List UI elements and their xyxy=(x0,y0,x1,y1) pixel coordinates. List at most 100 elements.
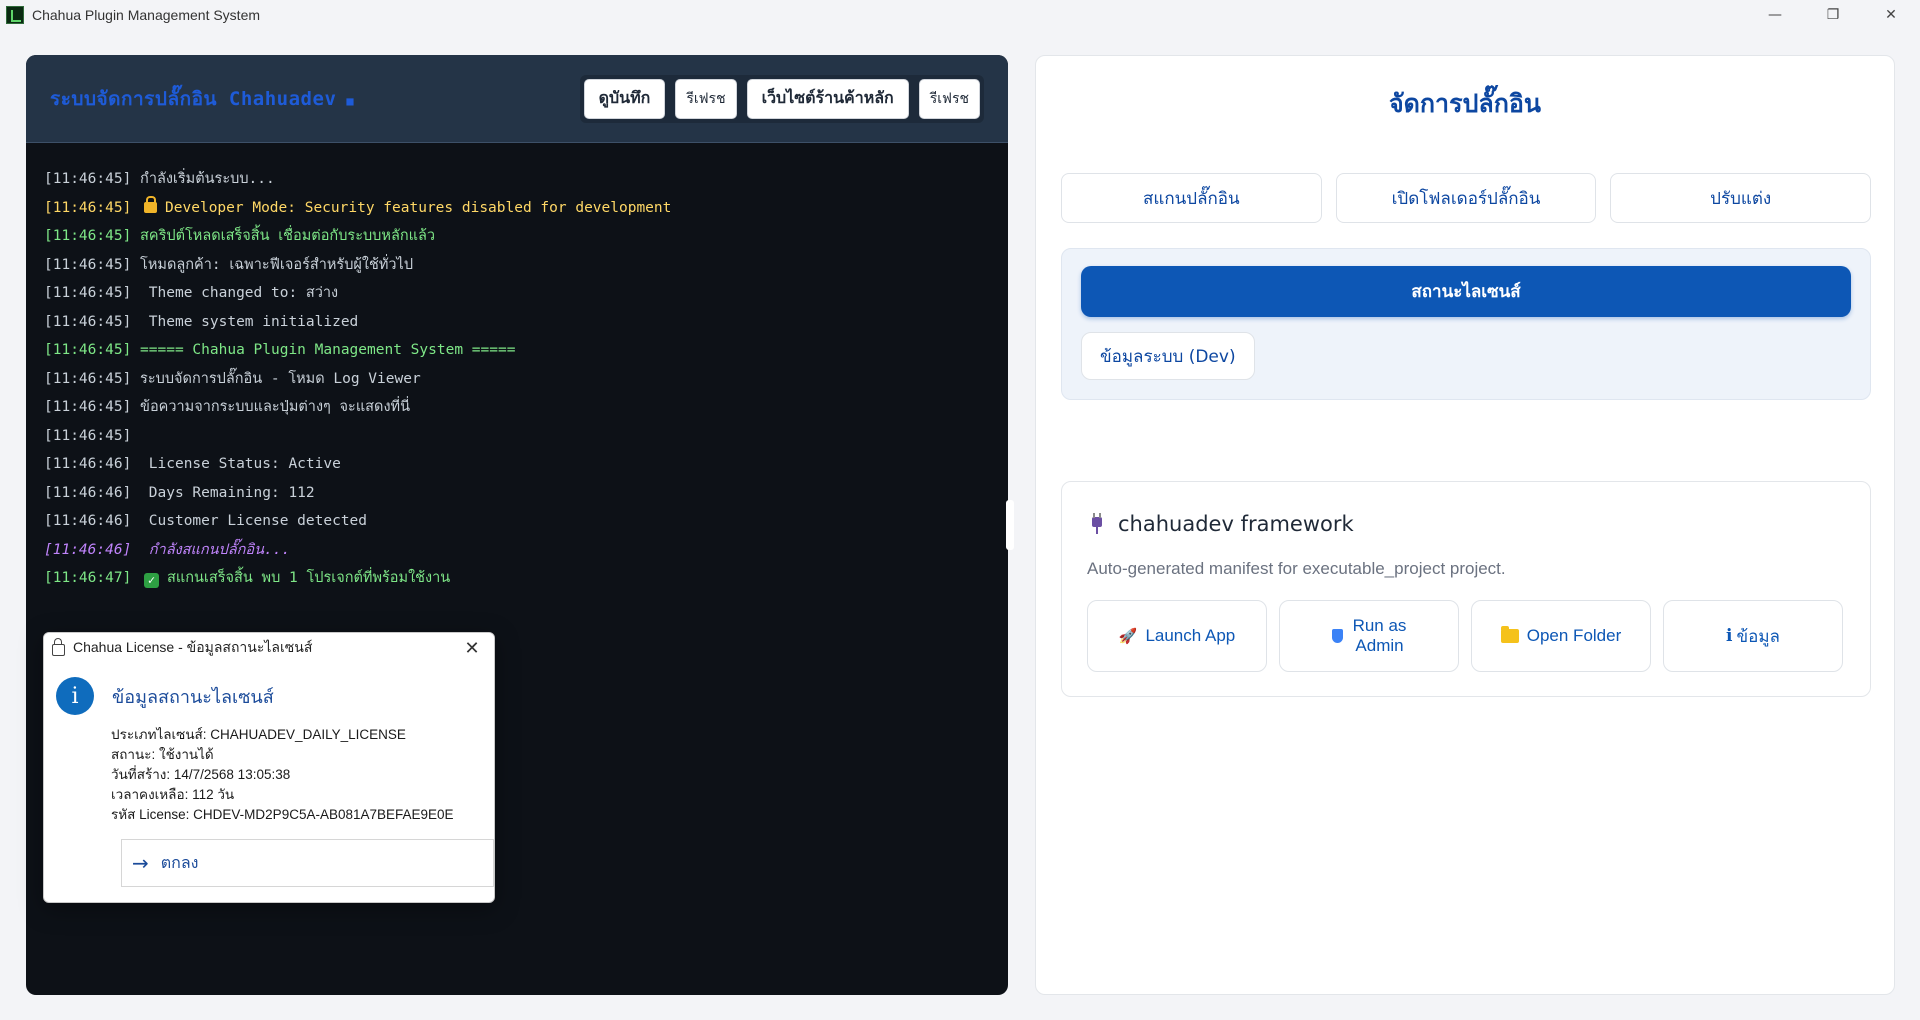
page-title: จัดการปลั๊กอิน xyxy=(1389,89,1541,118)
log-text: License Status: Active xyxy=(131,456,341,472)
log-line: [11:46:45] Developer Mode: Security feat… xyxy=(44,194,990,223)
open-folder-button[interactable]: Open Folder xyxy=(1471,600,1651,672)
scan-plugins-button[interactable]: สแกนปลั๊กอิน xyxy=(1061,173,1322,223)
launch-app-label: Launch App xyxy=(1145,626,1236,645)
dialog-titlebar: Chahua License - ข้อมูลสถานะไลเซนส์ ✕ xyxy=(44,633,494,663)
dialog-heading: ข้อมูลสถานะไลเซนส์ xyxy=(112,686,274,708)
log-text: สแกนเสร็จสิ้น พบ 1 โปรเจกต์ที่พร้อมใช้งา… xyxy=(167,570,451,586)
plugin-management-panel: จัดการปลั๊กอิน สแกนปลั๊กอิน เปิดโฟลเดอร์… xyxy=(1035,55,1895,995)
minimize-button[interactable]: — xyxy=(1746,0,1804,30)
log-text: ===== Chahua Plugin Management System ==… xyxy=(131,342,516,358)
log-timestamp: [11:46:45] xyxy=(44,399,132,415)
log-timestamp: [11:46:46] xyxy=(44,513,132,529)
plugin-info-button[interactable]: i ข้อมูล xyxy=(1663,600,1843,672)
panel-resize-handle[interactable] xyxy=(1006,500,1014,550)
info-icon: i xyxy=(56,677,94,715)
plugin-card: chahuadev framework Auto-generated manif… xyxy=(1061,481,1871,697)
log-timestamp: [11:46:46] xyxy=(44,456,132,472)
check-icon: ✓ xyxy=(144,573,160,588)
log-line: [11:46:47] ✓ สแกนเสร็จสิ้น พบ 1 โปรเจกต์ท… xyxy=(44,564,990,593)
run-as-admin-button[interactable]: Run as Admin xyxy=(1279,600,1459,672)
view-log-button[interactable]: ดูบันทึก xyxy=(583,78,666,119)
launch-app-button[interactable]: 🚀 Launch App xyxy=(1087,600,1267,672)
ok-button[interactable]: → ตกลง xyxy=(121,839,494,887)
log-output: [11:46:45] กำลังเริ่มต้นระบบ... [11:46:4… xyxy=(26,143,1008,593)
dialog-title: Chahua License - ข้อมูลสถานะไลเซนส์ xyxy=(73,639,313,655)
log-text: กำลังเริ่มต้นระบบ... xyxy=(131,171,275,187)
log-timestamp: [11:46:45] xyxy=(44,370,132,387)
log-timestamp: [11:46:45] xyxy=(44,171,132,187)
restore-button[interactable]: ❐ xyxy=(1804,0,1862,30)
log-timestamp: [11:46:47] xyxy=(44,570,132,586)
license-type: ประเภทไลเซนส์: CHAHUADEV_DAILY_LICENSE xyxy=(111,727,406,742)
status-dot: ■ xyxy=(346,93,355,108)
console-header: ระบบจัดการปลั๊กอิน Chahuadev ■ ดูบันทึก ร… xyxy=(26,55,1008,143)
log-line: [11:46:45] xyxy=(44,422,990,451)
console-title-text: ระบบจัดการปลั๊กอิน Chahuadev xyxy=(50,87,337,110)
ok-button-label: ตกลง xyxy=(160,852,199,872)
window-controls: — ❐ ✕ xyxy=(1746,0,1920,30)
log-timestamp: [11:46:45] xyxy=(44,228,132,244)
plugin-card-header: chahuadev framework xyxy=(1090,512,1354,536)
plugin-info-label: ข้อมูล xyxy=(1736,626,1780,646)
log-timestamp: [11:46:45] xyxy=(44,313,132,330)
license-status: สถานะ: ใช้งานได้ xyxy=(111,747,214,762)
folder-icon xyxy=(1500,626,1519,643)
shield-icon xyxy=(1331,629,1343,643)
open-folder-label: Open Folder xyxy=(1526,626,1622,645)
arrow-right-icon: → xyxy=(132,851,149,875)
rocket-icon: 🚀 xyxy=(1118,628,1138,645)
plugin-name: chahuadev framework xyxy=(1118,512,1354,536)
log-text: สคริปต์โหลดเสร็จสิ้น เชื่อมต่อกับระบบหลั… xyxy=(131,228,435,244)
log-text: Customer License detected xyxy=(131,513,368,529)
refresh-button-2[interactable]: รีเฟรช xyxy=(918,78,980,119)
log-timestamp: [11:46:46] xyxy=(44,484,132,501)
license-info-dialog: Chahua License - ข้อมูลสถานะไลเซนส์ ✕ i … xyxy=(43,632,495,903)
log-line: [11:46:45] ===== Chahua Plugin Managemen… xyxy=(44,336,990,365)
plugin-actions-row: สแกนปลั๊กอิน เปิดโฟลเดอร์ปลั๊กอิน ปรับแต… xyxy=(1061,173,1872,223)
log-timestamp: [11:46:45] xyxy=(44,427,132,444)
console-toolbar: ดูบันทึก รีเฟรช เว็บไซต์ร้านค้าหลัก รีเฟ… xyxy=(579,74,984,123)
log-timestamp: [11:46:45] xyxy=(44,285,132,301)
log-timestamp: [11:46:45] xyxy=(44,256,132,273)
plug-icon xyxy=(1090,513,1104,535)
log-line: [11:46:46] กำลังสแกนปลั๊กอิน... xyxy=(44,536,990,565)
log-line: [11:46:45] ข้อความจากระบบและปุ่มต่างๆ จะ… xyxy=(44,393,990,422)
log-text: Theme changed to: สว่าง xyxy=(131,285,339,301)
close-icon[interactable]: ✕ xyxy=(458,638,486,659)
log-line: [11:46:45] กำลังเริ่มต้นระบบ... xyxy=(44,165,990,194)
log-timestamp: [11:46:46] xyxy=(44,541,132,558)
refresh-button[interactable]: รีเฟรช xyxy=(675,78,737,119)
lock-icon xyxy=(52,637,65,656)
run-as-admin-label-line1: Run as xyxy=(1352,616,1407,635)
close-window-button[interactable]: ✕ xyxy=(1862,0,1920,30)
log-text: โหมดลูกค้า: เฉพาะฟีเจอร์สำหรับผู้ใช้ทั่ว… xyxy=(131,256,414,273)
customize-button[interactable]: ปรับแต่ง xyxy=(1610,173,1872,223)
log-timestamp: [11:46:45] xyxy=(44,199,132,216)
dialog-body: i ข้อมูลสถานะไลเซนส์ ประเภทไลเซนส์: CHAH… xyxy=(44,663,494,887)
plugin-description: Auto-generated manifest for executable_p… xyxy=(1087,559,1506,578)
license-key: รหัส License: CHDEV-MD2P9C5A-AB081A7BEFA… xyxy=(111,807,454,822)
log-line: [11:46:46] Customer License detected xyxy=(44,507,990,536)
system-info-dev-button[interactable]: ข้อมูลระบบ (Dev) xyxy=(1081,332,1255,380)
license-created-date: วันที่สร้าง: 14/7/2568 13:05:38 xyxy=(111,767,291,782)
log-line: [11:46:45] Theme changed to: สว่าง xyxy=(44,279,990,308)
log-line: [11:46:46] License Status: Active xyxy=(44,450,990,479)
license-details: ประเภทไลเซนส์: CHAHUADEV_DAILY_LICENSE ส… xyxy=(111,725,482,825)
log-text: ข้อความจากระบบและปุ่มต่างๆ จะแสดงที่นี่ xyxy=(131,399,410,415)
plugin-card-actions: 🚀 Launch App Run as Admin Open Folder i … xyxy=(1087,600,1843,672)
window-titlebar: Chahua Plugin Management System — ❐ ✕ xyxy=(0,0,1920,30)
run-as-admin-label-line2: Admin xyxy=(1355,636,1404,655)
app-icon xyxy=(6,6,24,24)
open-plugin-folder-button[interactable]: เปิดโฟลเดอร์ปลั๊กอิน xyxy=(1335,173,1597,223)
main-store-website-button[interactable]: เว็บไซต์ร้านค้าหลัก xyxy=(746,78,909,119)
license-time-remaining: เวลาคงเหลือ: 112 วัน xyxy=(111,787,235,802)
info-small-icon: i xyxy=(1726,626,1733,646)
dialog-heading-row: i ข้อมูลสถานะไลเซนส์ xyxy=(56,677,482,715)
log-line: [11:46:45] ระบบจัดการปลั๊กอิน - โหมด Log… xyxy=(44,365,990,394)
license-status-button[interactable]: สถานะไลเซนส์ xyxy=(1081,266,1851,317)
lock-icon xyxy=(144,195,158,213)
log-text: Theme system initialized xyxy=(131,313,359,330)
log-line: [11:46:45] โหมดลูกค้า: เฉพาะฟีเจอร์สำหรั… xyxy=(44,251,990,280)
console-title: ระบบจัดการปลั๊กอิน Chahuadev ■ xyxy=(50,84,354,114)
